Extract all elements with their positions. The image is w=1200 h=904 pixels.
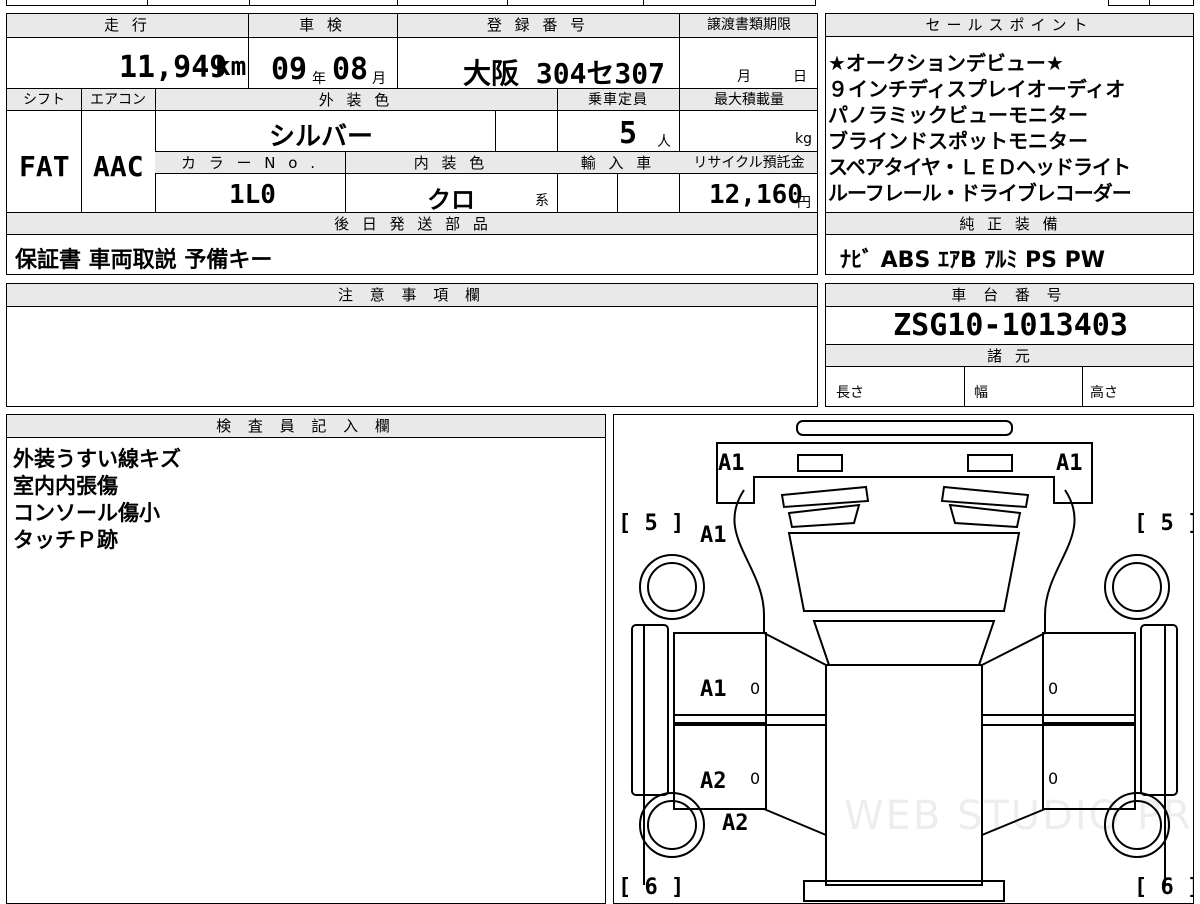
sales-point-line: ★オークションデビュー★ [828,51,1064,75]
inspector-line: 外装うすい線キズ [13,447,181,471]
registration-value: 大阪 304セ307 [463,57,666,90]
ac-label: エアコン [90,92,146,108]
recycle-value: 12,160 [709,180,803,210]
mark-top-right: A1 [1056,451,1083,476]
mark-zero: 0 [1048,769,1059,788]
transfer-deadline-label: 譲渡書類期限 [707,17,791,33]
inspector-line: 室内内張傷 [13,474,118,498]
later-parts-label: 後 日 発 送 部 品 [334,215,492,233]
inspector-label: 検 査 員 記 入 欄 [7,415,605,438]
mileage-label: 走 行 [104,16,151,34]
shift-value: FAT [19,150,70,183]
mark-side-left-2: A2 [700,769,727,794]
max-load-unit: kg [795,131,812,147]
inspection-label: 車 検 [299,16,346,34]
seats-label: 乗車定員 [588,92,648,108]
registration-label: 登 録 番 号 [486,16,590,34]
sales-points-label: セールスポイント [826,14,1193,37]
mark-rear-left: A2 [722,811,749,836]
sales-point-line: パノラミックビューモニター [828,103,1088,127]
recycle-label: リサイクル預託金 [693,155,805,171]
top-strip [6,0,816,6]
later-parts-value: 保証書 車両取説 予備キー [15,248,273,273]
mileage-unit: km [215,52,247,82]
tire-depth-front-right: [ 5 ] [1134,511,1194,536]
transfer-day-unit: 日 [793,69,807,85]
ac-value: AAC [93,150,144,183]
sales-points-box: セールスポイント ★オークションデビュー★ ９インチディスプレイオーディオ パノ… [825,13,1194,275]
mark-top-left: A1 [718,451,745,476]
tire-depth-rear-left: [ 6 ] [618,875,685,900]
mark-zero: 0 [750,679,761,698]
sales-point-line: スペアタイヤ・ＬＥＤヘッドライト [828,155,1131,179]
sales-point-line: ブラインドスポットモニター [828,129,1088,153]
mark-front-left: A1 [700,523,727,548]
mileage-value: 11,949 [119,50,228,85]
notes-box: 注 意 事 項 欄 [6,283,818,407]
seats-value: 5 [619,116,638,151]
equipment-value: ﾅﾋﾞ ABS ｴｱB ｱﾙﾐ PS PW [840,248,1106,273]
spec-table: 走 行 車 検 登 録 番 号 譲渡書類期限 11,949 km 09 年 08… [6,13,818,275]
chassis-box: 車 台 番 号 ZSG10-1013403 諸 元 長さ 幅 高さ [825,283,1194,407]
shift-label: シフト [23,92,65,108]
mark-side-left-1: A1 [700,677,727,702]
tire-depth-front-left: [ 5 ] [618,511,685,536]
mark-zero: 0 [750,769,761,788]
import-label: 輸 入 車 [580,154,656,172]
top-strip-right [1108,0,1194,6]
chassis-label: 車 台 番 号 [826,284,1193,307]
sales-point-line: ルーフレール・ドライブレコーダー [828,181,1132,205]
notes-label: 注 意 事 項 欄 [7,284,817,307]
seats-unit: 人 [657,134,671,150]
max-load-label: 最大積載量 [714,92,784,108]
interior-color-unit: 系 [535,193,549,209]
specs-label: 諸 元 [987,347,1034,365]
transfer-month-unit: 月 [737,69,751,85]
length-label: 長さ [836,385,864,401]
tire-depth-rear-right: [ 6 ] [1134,875,1194,900]
equipment-label: 純 正 装 備 [959,215,1062,233]
watermark: WEB STUDIO PRO [844,793,1194,839]
interior-color-value: クロ [427,186,475,214]
width-label: 幅 [974,385,988,401]
damage-diagram: A1 A1 A1 A1 A2 A2 0 0 0 0 [ 5 ] [ 5 ] [ … [613,414,1194,904]
inspector-box: 検 査 員 記 入 欄 外装うすい線キズ 室内内張傷 コンソール傷小 タッチＰ跡 [6,414,606,904]
chassis-number: ZSG10-1013403 [893,308,1128,343]
interior-color-label: 内 装 色 [413,154,489,172]
inspector-line: コンソール傷小 [13,501,160,525]
inspection-month-unit: 月 [372,71,386,87]
color-number-value: 1L0 [229,180,276,210]
color-number-label: カ ラ ー N o . [180,154,319,172]
mark-zero: 0 [1048,679,1059,698]
exterior-color-value: シルバー [269,122,374,152]
inspection-month: 08 [332,52,369,87]
sales-point-line: ９インチディスプレイオーディオ [828,77,1126,101]
inspection-year-unit: 年 [312,71,326,87]
inspector-line: タッチＰ跡 [13,528,118,552]
exterior-color-label: 外 装 色 [318,91,394,109]
recycle-unit: 円 [797,195,811,211]
height-label: 高さ [1090,385,1118,401]
inspection-year: 09 [271,52,308,87]
